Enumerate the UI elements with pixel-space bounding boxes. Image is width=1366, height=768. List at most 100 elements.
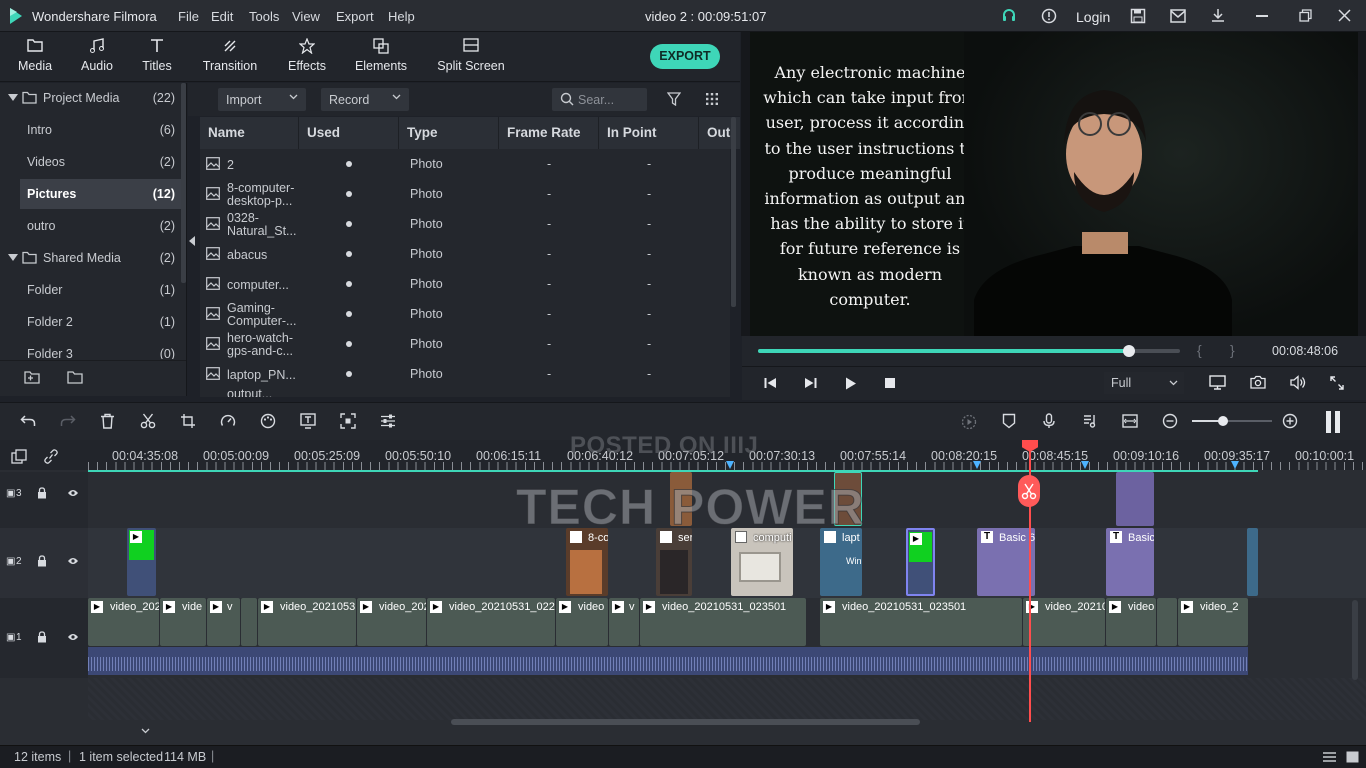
track2-green-clip[interactable]: ▶ — [127, 528, 156, 596]
track2-title-clip[interactable]: T Basic 6 — [977, 528, 1035, 596]
grid-layout-icon[interactable] — [1346, 751, 1359, 763]
sidebar-item-project-media[interactable]: Project Media (22) — [0, 83, 183, 113]
tab-media[interactable]: Media — [18, 38, 52, 73]
marker-icon[interactable] — [1002, 413, 1016, 429]
audio-mixer-icon[interactable] — [1082, 413, 1098, 429]
track1-video-clip[interactable]: ▶ video — [556, 598, 608, 646]
track1-video-clip[interactable]: ▶ video_202 — [357, 598, 426, 646]
track2-green-clip-selected[interactable]: ▶ — [906, 528, 935, 596]
pause-bar-left[interactable] — [1326, 411, 1331, 433]
table-row[interactable]: 0328-Natural_St... Photo - - — [200, 209, 730, 239]
table-row[interactable]: output... — [200, 389, 730, 397]
track3-title-clip[interactable] — [1116, 472, 1154, 526]
zoom-in-icon[interactable] — [1282, 413, 1298, 429]
table-row[interactable]: Gaming-Computer-... Photo - - — [200, 299, 730, 329]
import-dropdown[interactable]: Import — [218, 88, 306, 111]
track1-video-clip[interactable]: ▶ video_20210531_022 — [427, 598, 555, 646]
column-type[interactable]: Type — [399, 117, 499, 149]
pause-bar-right[interactable] — [1335, 411, 1340, 433]
eye-icon[interactable] — [67, 633, 79, 641]
login-link[interactable]: Login — [1076, 9, 1110, 25]
mark-out-icon[interactable]: } — [1230, 342, 1235, 358]
filter-icon[interactable] — [667, 92, 681, 106]
track1-video-clip[interactable]: ▶ video — [1106, 598, 1156, 646]
sidebar-item-pictures[interactable]: Pictures (12) — [20, 179, 181, 209]
restore-icon[interactable] — [1299, 9, 1312, 22]
sidebar-item-videos[interactable]: Videos (2) — [0, 147, 183, 177]
headset-icon[interactable] — [1001, 8, 1017, 24]
menu-tools[interactable]: Tools — [249, 9, 279, 24]
column-frame-rate[interactable]: Frame Rate — [499, 117, 599, 149]
track1-video-clip[interactable]: ▶ video_202 — [88, 598, 159, 646]
sidebar-item-folder-2[interactable]: Folder 2 (1) — [0, 307, 183, 337]
menu-file[interactable]: File — [178, 9, 199, 24]
stop-icon[interactable] — [885, 378, 895, 388]
delete-icon[interactable] — [100, 413, 115, 429]
green-screen-icon[interactable] — [300, 413, 316, 429]
sidebar-item-shared-media[interactable]: Shared Media (2) — [0, 243, 183, 273]
speed-icon[interactable] — [220, 413, 236, 429]
tab-split-screen[interactable]: Split Screen — [436, 38, 506, 73]
table-row[interactable]: hero-watch-gps-and-c... Photo - - — [200, 329, 730, 359]
track2-image-clip[interactable]: lapt Win — [820, 528, 862, 596]
lock-icon[interactable] — [37, 631, 47, 643]
track1-video-clip[interactable] — [241, 598, 257, 646]
snapshot-camera-icon[interactable] — [1250, 375, 1266, 389]
render-preview-icon[interactable] — [961, 414, 977, 430]
table-row[interactable]: abacus Photo - - — [200, 239, 730, 269]
sidebar-item-folder[interactable]: Folder (1) — [0, 275, 183, 305]
tab-elements[interactable]: Elements — [354, 38, 408, 73]
track2-image-clip[interactable]: computi — [731, 528, 793, 596]
minimize-icon[interactable] — [1256, 15, 1268, 17]
column-name[interactable]: Name — [200, 117, 299, 149]
undo-icon[interactable] — [20, 414, 36, 428]
tab-titles[interactable]: Titles — [139, 38, 175, 73]
table-row[interactable]: 2 Photo - - — [200, 149, 730, 179]
play-icon[interactable] — [845, 377, 857, 390]
info-icon[interactable] — [1041, 8, 1057, 24]
download-icon[interactable] — [1210, 8, 1226, 24]
playback-progress-track[interactable] — [758, 345, 1180, 357]
microphone-icon[interactable] — [1042, 413, 1056, 429]
scissors-icon[interactable] — [140, 413, 156, 429]
track1-video-clip[interactable]: ▶ video_2 — [1178, 598, 1248, 646]
sidebar-item-folder-3[interactable]: Folder 3 (0) — [0, 339, 183, 359]
color-palette-icon[interactable] — [260, 413, 276, 429]
close-icon[interactable] — [1338, 9, 1351, 22]
zoom-out-icon[interactable] — [1162, 413, 1178, 429]
chevron-down-icon[interactable] — [8, 94, 18, 101]
crop-icon[interactable] — [180, 413, 196, 429]
eye-icon[interactable] — [67, 557, 79, 565]
volume-icon[interactable] — [1290, 375, 1306, 390]
new-folder-icon[interactable] — [24, 370, 41, 385]
track2-image-clip[interactable]: 8-co — [566, 528, 608, 596]
menu-view[interactable]: View — [292, 9, 320, 24]
menu-export[interactable]: Export — [336, 9, 374, 24]
menu-help[interactable]: Help — [388, 9, 415, 24]
eye-icon[interactable] — [67, 489, 79, 497]
audio-waveform[interactable] — [88, 647, 1248, 675]
track1-video-clip[interactable]: ▶ video_20210531_ — [258, 598, 356, 646]
link-icon[interactable] — [43, 449, 59, 464]
menu-edit[interactable]: Edit — [211, 9, 233, 24]
track1-video-clip[interactable]: ▶ v — [609, 598, 639, 646]
track1-video-clip[interactable]: ▶ v — [207, 598, 240, 646]
adjust-sliders-icon[interactable] — [380, 413, 396, 429]
track1-video-clip[interactable]: ▶ video_20210531_023501 — [820, 598, 1022, 646]
media-scrollbar[interactable] — [731, 117, 736, 307]
grid-view-icon[interactable] — [705, 92, 719, 106]
sidebar-scrollbar[interactable] — [181, 83, 186, 283]
split-scissors-button[interactable] — [1018, 475, 1040, 507]
zoom-slider[interactable] — [1192, 416, 1272, 426]
stabilize-icon[interactable] — [340, 413, 356, 429]
tab-audio[interactable]: Audio — [78, 38, 116, 73]
search-input[interactable]: Sear... — [552, 88, 647, 111]
fit-timeline-icon[interactable] — [1122, 414, 1138, 428]
track1-video-clip[interactable]: ▶ video_20210 — [1023, 598, 1105, 646]
track1-video-clip[interactable]: ▶ video_20210531_023501 — [640, 598, 806, 646]
record-dropdown[interactable]: Record — [321, 88, 409, 111]
playback-scrubber-handle[interactable] — [1123, 345, 1136, 357]
chevron-down-icon[interactable] — [8, 254, 18, 261]
timeline-scrollbar[interactable] — [451, 719, 920, 725]
mail-icon[interactable] — [1170, 9, 1186, 23]
